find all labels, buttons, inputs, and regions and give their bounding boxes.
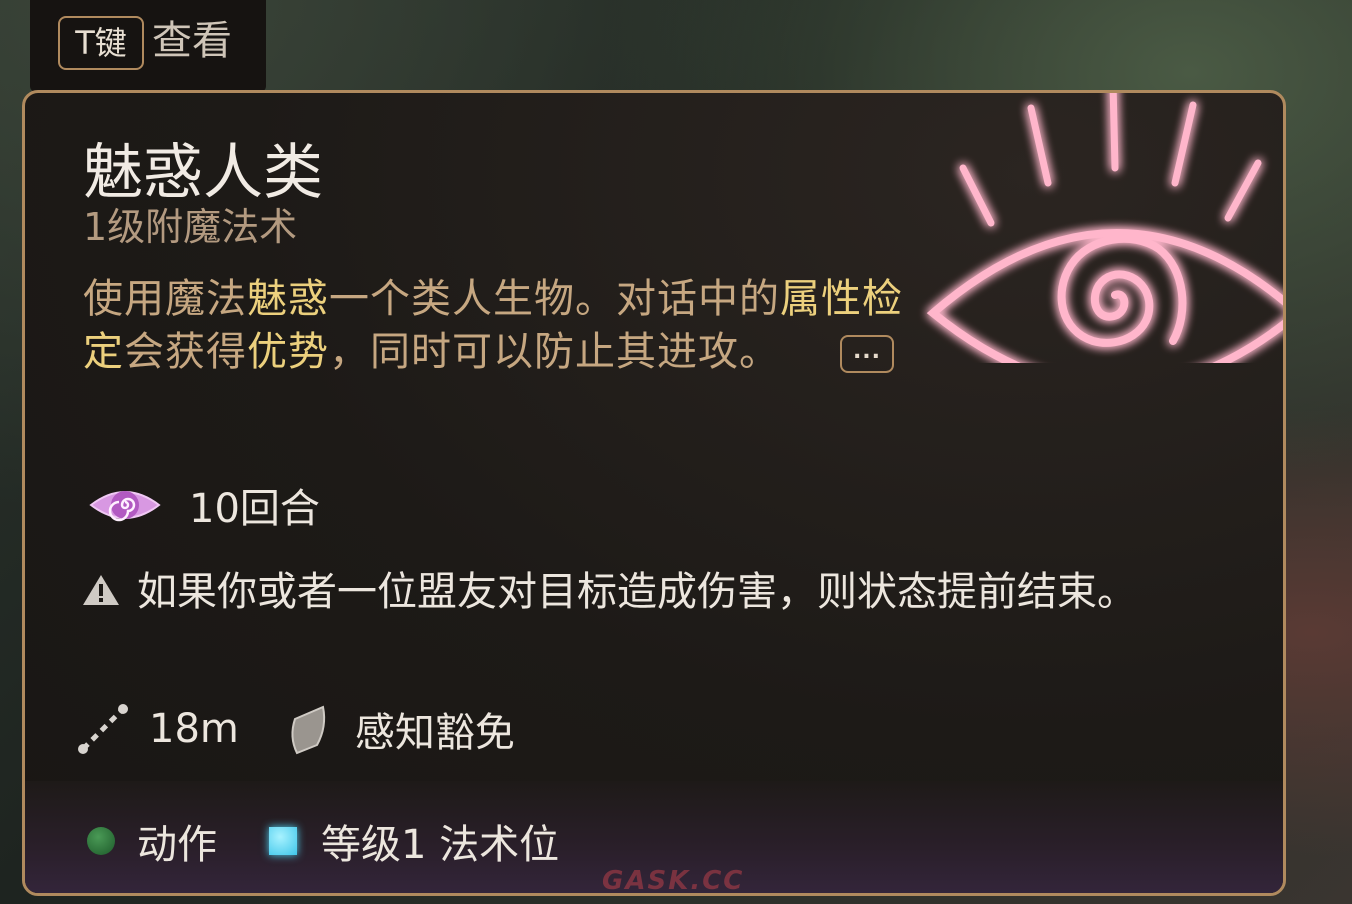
keyword-advantage[interactable]: 优势 bbox=[247, 329, 329, 375]
t-key-badge[interactable]: T键 bbox=[58, 16, 144, 70]
watermark: GASK.CC bbox=[602, 866, 745, 896]
keyword-charm[interactable]: 魅惑 bbox=[247, 276, 329, 322]
desc-text: 一个类人生物。对话中的 bbox=[329, 276, 780, 322]
duration-row: 10回合 bbox=[87, 475, 320, 535]
range-value: 18m bbox=[149, 706, 239, 752]
spell-name: 魅惑人类 bbox=[83, 138, 323, 208]
range-icon bbox=[78, 704, 128, 754]
action-cost: 动作 bbox=[137, 822, 217, 868]
inspect-hint-label: 查看 bbox=[152, 18, 232, 64]
desc-text: 使用魔法 bbox=[83, 276, 247, 322]
spell-slot-cost: 等级1 法术位 bbox=[321, 822, 560, 868]
cost-row: 动作 等级1 法术位 bbox=[87, 811, 559, 871]
shield-icon bbox=[291, 705, 325, 755]
spell-level-school: 1级附魔法术 bbox=[83, 205, 298, 249]
spell-slot-icon bbox=[269, 827, 297, 855]
warning-icon bbox=[83, 575, 119, 605]
desc-text: 会获得 bbox=[124, 329, 247, 375]
duration-value: 10回合 bbox=[189, 486, 320, 532]
more-info-button[interactable]: ... bbox=[840, 335, 894, 373]
warning-note: 如果你或者一位盟友对目标造成伤害，则状态提前结束。 bbox=[81, 565, 1201, 619]
desc-text: ，同时可以防止其进攻。 bbox=[329, 329, 780, 375]
charm-eye-icon bbox=[89, 491, 161, 522]
action-dot-icon bbox=[87, 827, 115, 855]
charm-eye-icon bbox=[926, 93, 1283, 363]
spell-stats-row: 18m 感知豁免 bbox=[75, 699, 515, 759]
warning-text: 如果你或者一位盟友对目标造成伤害，则状态提前结束。 bbox=[137, 569, 1137, 615]
spell-tooltip-card: 魅惑人类 1级附魔法术 使用魔法魅惑一个类人生物。对话中的属性检定会获得优势，同… bbox=[22, 90, 1286, 896]
spell-description: 使用魔法魅惑一个类人生物。对话中的属性检定会获得优势，同时可以防止其进攻。... bbox=[83, 273, 903, 379]
saving-throw: 感知豁免 bbox=[354, 710, 515, 756]
